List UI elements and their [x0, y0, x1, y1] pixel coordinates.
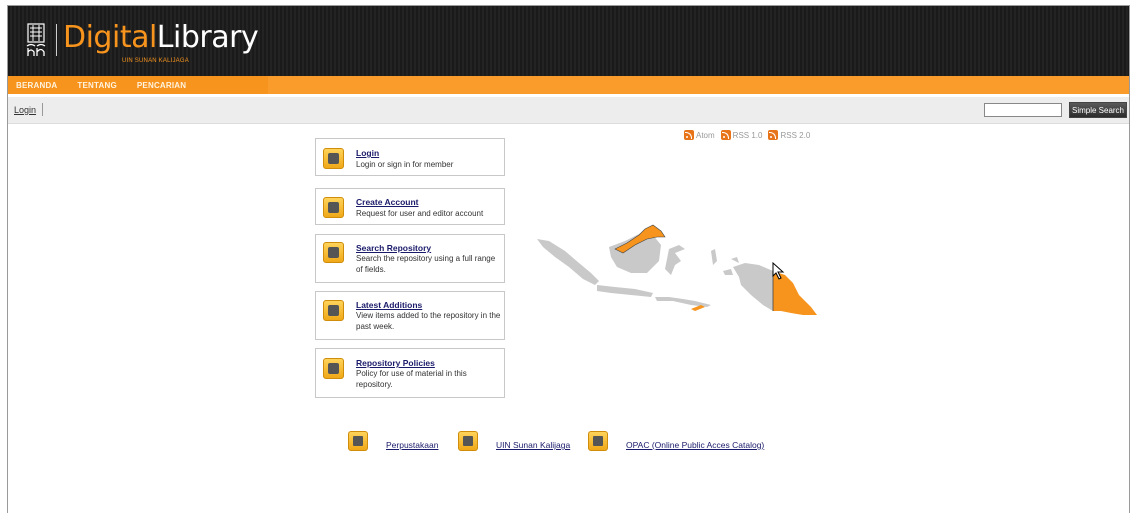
- footer-link-uin[interactable]: UIN Sunan Kalijaga: [458, 431, 588, 455]
- mouse-cursor-icon: [772, 262, 785, 280]
- menu-box-search-repository[interactable]: Search Repository Search the repository …: [315, 234, 505, 283]
- menu-box-create-account[interactable]: Create Account Request for user and edit…: [315, 188, 505, 225]
- logo-subtitle: UIN SUNAN KALIJAGA: [122, 58, 189, 64]
- menu-desc-search-repository: Search the repository using a full range…: [356, 254, 496, 274]
- search-input[interactable]: [984, 103, 1062, 117]
- policy-icon: [323, 358, 344, 379]
- map-java: [597, 285, 653, 297]
- catalog-icon: [588, 431, 608, 451]
- menu-box-repository-policies[interactable]: Repository Policies Policy for use of ma…: [315, 348, 505, 398]
- feed-rss2[interactable]: RSS 2.0: [768, 130, 810, 140]
- uin-emblem-icon: [26, 23, 46, 56]
- nav-item-beranda[interactable]: BERANDA: [16, 81, 57, 90]
- map-maluku: [711, 249, 739, 275]
- rss-icon: [768, 130, 779, 140]
- menu-desc-latest-additions: View items added to the repository in th…: [356, 311, 501, 331]
- feed-links: Atom RSS 1.0 RSS 2.0: [684, 130, 810, 140]
- map-sumatra: [537, 239, 599, 285]
- site-header: DigitalLibrary UIN SUNAN KALIJAGA: [8, 6, 1129, 76]
- footer-link-opac[interactable]: OPAC (Online Public Acces Catalog): [588, 431, 788, 455]
- lock-icon: [323, 148, 344, 169]
- main-nav: BERANDA TENTANG PENCARIAN: [8, 76, 1129, 94]
- menu-title-create-account[interactable]: Create Account: [356, 197, 419, 207]
- user-icon: [323, 197, 344, 218]
- simple-search-button[interactable]: Simple Search: [1069, 102, 1127, 118]
- feed-rss1-label: RSS 1.0: [732, 130, 763, 140]
- footer-label-opac[interactable]: OPAC (Online Public Acces Catalog): [626, 440, 764, 450]
- rss-icon: [684, 130, 694, 140]
- menu-desc-repository-policies: Policy for use of material in this repos…: [356, 369, 467, 389]
- site-logo[interactable]: DigitalLibrary: [63, 20, 259, 55]
- university-icon: [458, 431, 478, 451]
- menu-desc-create-account: Request for user and editor account: [356, 209, 484, 218]
- menu-box-login[interactable]: Login Login or sign in for member: [315, 138, 505, 176]
- nav-filler: [268, 76, 1129, 94]
- rss-icon: [720, 130, 731, 140]
- page-frame: DigitalLibrary UIN SUNAN KALIJAGA BERAND…: [7, 5, 1130, 513]
- menu-desc-login: Login or sign in for member: [356, 160, 454, 169]
- map-papua: [733, 263, 773, 311]
- feed-rss2-label: RSS 2.0: [780, 130, 811, 140]
- menu-title-search-repository[interactable]: Search Repository: [356, 243, 431, 253]
- logo-library: Library: [156, 20, 259, 55]
- map-sulawesi: [665, 245, 685, 275]
- logo-separator: [56, 24, 57, 56]
- login-separator: [42, 103, 43, 116]
- nav-item-pencarian[interactable]: PENCARIAN: [137, 81, 186, 90]
- logo-digital: Digital: [63, 20, 157, 55]
- login-bar: Login Simple Search: [8, 97, 1129, 124]
- feed-atom[interactable]: Atom: [684, 130, 715, 140]
- footer-label-perpustakaan[interactable]: Perpustakaan: [386, 440, 438, 450]
- footer-label-uin[interactable]: UIN Sunan Kalijaga: [496, 440, 570, 450]
- feed-atom-label: Atom: [696, 130, 715, 140]
- library-icon: [348, 431, 368, 451]
- map-nusa-tenggara: [655, 297, 711, 307]
- star-icon: [323, 300, 344, 321]
- menu-title-repository-policies[interactable]: Repository Policies: [356, 358, 435, 368]
- feed-rss1[interactable]: RSS 1.0: [720, 130, 763, 140]
- login-link[interactable]: Login: [14, 105, 36, 115]
- footer-link-perpustakaan[interactable]: Perpustakaan: [348, 431, 468, 455]
- menu-title-latest-additions[interactable]: Latest Additions: [356, 300, 422, 310]
- menu-box-latest-additions[interactable]: Latest Additions View items added to the…: [315, 291, 505, 340]
- nav-items: BERANDA TENTANG PENCARIAN: [8, 76, 268, 94]
- menu-title-login[interactable]: Login: [356, 148, 379, 158]
- nav-item-tentang[interactable]: TENTANG: [77, 81, 116, 90]
- magnifier-icon: [323, 242, 344, 263]
